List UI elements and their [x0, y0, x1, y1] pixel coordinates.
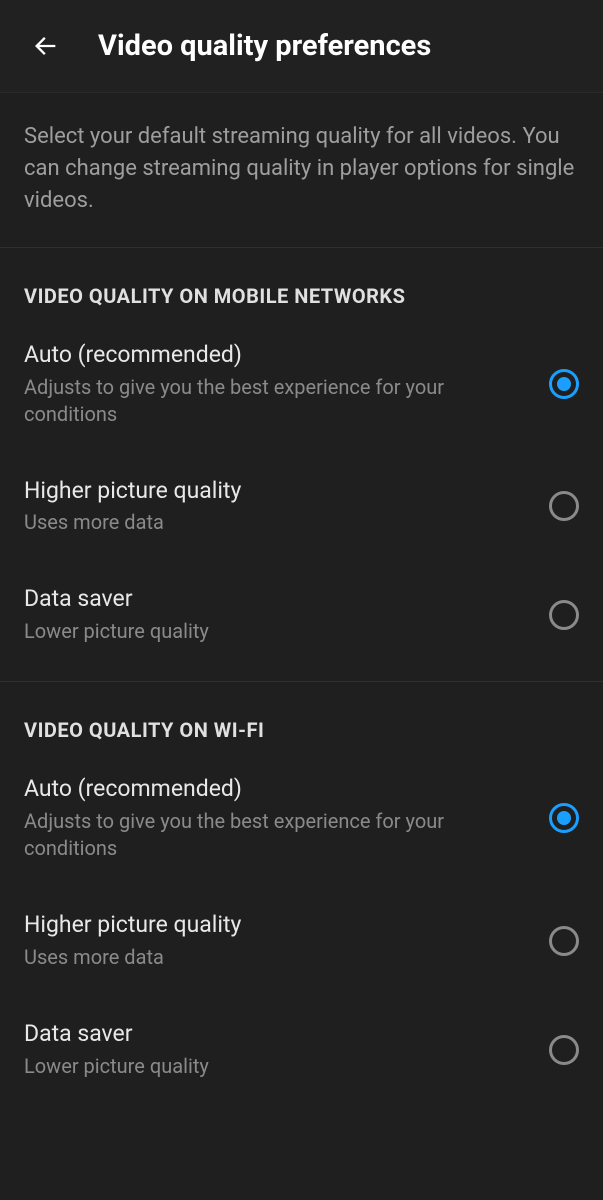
header-bar: Video quality preferences	[0, 0, 603, 93]
option-text: Auto (recommended) Adjusts to give you t…	[24, 340, 549, 428]
option-text: Data saver Lower picture quality	[24, 584, 549, 645]
option-title: Higher picture quality	[24, 476, 533, 506]
option-subtitle: Adjusts to give you the best experience …	[24, 808, 533, 862]
page-title: Video quality preferences	[98, 29, 431, 63]
radio-icon[interactable]	[549, 491, 579, 521]
option-mobile-datasaver[interactable]: Data saver Lower picture quality	[0, 560, 603, 669]
back-button[interactable]	[24, 24, 68, 68]
section-heading-wifi: VIDEO QUALITY ON WI-FI	[0, 682, 603, 750]
option-text: Data saver Lower picture quality	[24, 1019, 549, 1080]
section-heading-mobile: VIDEO QUALITY ON MOBILE NETWORKS	[0, 248, 603, 316]
option-subtitle: Adjusts to give you the best experience …	[24, 374, 533, 428]
option-title: Higher picture quality	[24, 910, 533, 940]
option-subtitle: Lower picture quality	[24, 618, 533, 645]
option-mobile-auto[interactable]: Auto (recommended) Adjusts to give you t…	[0, 316, 603, 452]
option-wifi-higher[interactable]: Higher picture quality Uses more data	[0, 886, 603, 995]
option-title: Data saver	[24, 584, 533, 614]
option-wifi-datasaver[interactable]: Data saver Lower picture quality	[0, 995, 603, 1104]
page-description: Select your default streaming quality fo…	[0, 93, 603, 248]
option-wifi-auto[interactable]: Auto (recommended) Adjusts to give you t…	[0, 750, 603, 886]
option-title: Auto (recommended)	[24, 774, 533, 804]
option-text: Higher picture quality Uses more data	[24, 910, 549, 971]
option-title: Data saver	[24, 1019, 533, 1049]
radio-icon[interactable]	[549, 600, 579, 630]
option-title: Auto (recommended)	[24, 340, 533, 370]
arrow-left-icon	[32, 32, 60, 60]
radio-icon[interactable]	[549, 1035, 579, 1065]
option-subtitle: Lower picture quality	[24, 1053, 533, 1080]
radio-icon[interactable]	[549, 803, 579, 833]
radio-icon[interactable]	[549, 926, 579, 956]
radio-icon[interactable]	[549, 369, 579, 399]
option-text: Higher picture quality Uses more data	[24, 476, 549, 537]
option-text: Auto (recommended) Adjusts to give you t…	[24, 774, 549, 862]
option-subtitle: Uses more data	[24, 944, 533, 971]
option-subtitle: Uses more data	[24, 509, 533, 536]
option-mobile-higher[interactable]: Higher picture quality Uses more data	[0, 452, 603, 561]
